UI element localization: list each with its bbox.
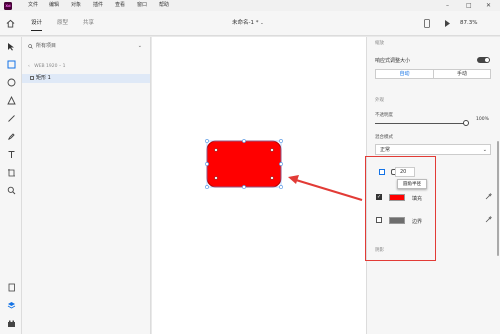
section-appearance: 外观 [375, 98, 384, 103]
blend-mode-value: 正常 [380, 147, 391, 153]
opacity-slider-track[interactable] [375, 123, 466, 124]
blend-mode-select[interactable]: 正常 ⌄ [375, 144, 491, 155]
eyedropper-icon[interactable] [485, 216, 492, 225]
mode-auto-button[interactable]: 自动 [376, 70, 433, 79]
red-rectangle[interactable] [206, 140, 282, 188]
resize-mode-switch: 自动 手动 [375, 69, 491, 79]
blend-mode-label: 混合模式 [375, 135, 393, 140]
panel-scrollbar[interactable] [497, 141, 499, 256]
opacity-label: 不透明度 [375, 113, 393, 118]
mode-manual-button[interactable]: 手动 [433, 70, 490, 79]
opacity-value[interactable]: 100% [476, 117, 489, 122]
chevron-down-icon: ⌄ [482, 147, 487, 153]
annotation-highlight-box [365, 156, 436, 261]
eyedropper-icon[interactable] [485, 193, 492, 202]
section-resize: 缩放 [375, 41, 384, 46]
responsive-resize-label: 响应式调整大小 [375, 58, 411, 64]
opacity-slider-handle[interactable] [463, 120, 469, 126]
responsive-resize-toggle[interactable] [477, 57, 490, 63]
